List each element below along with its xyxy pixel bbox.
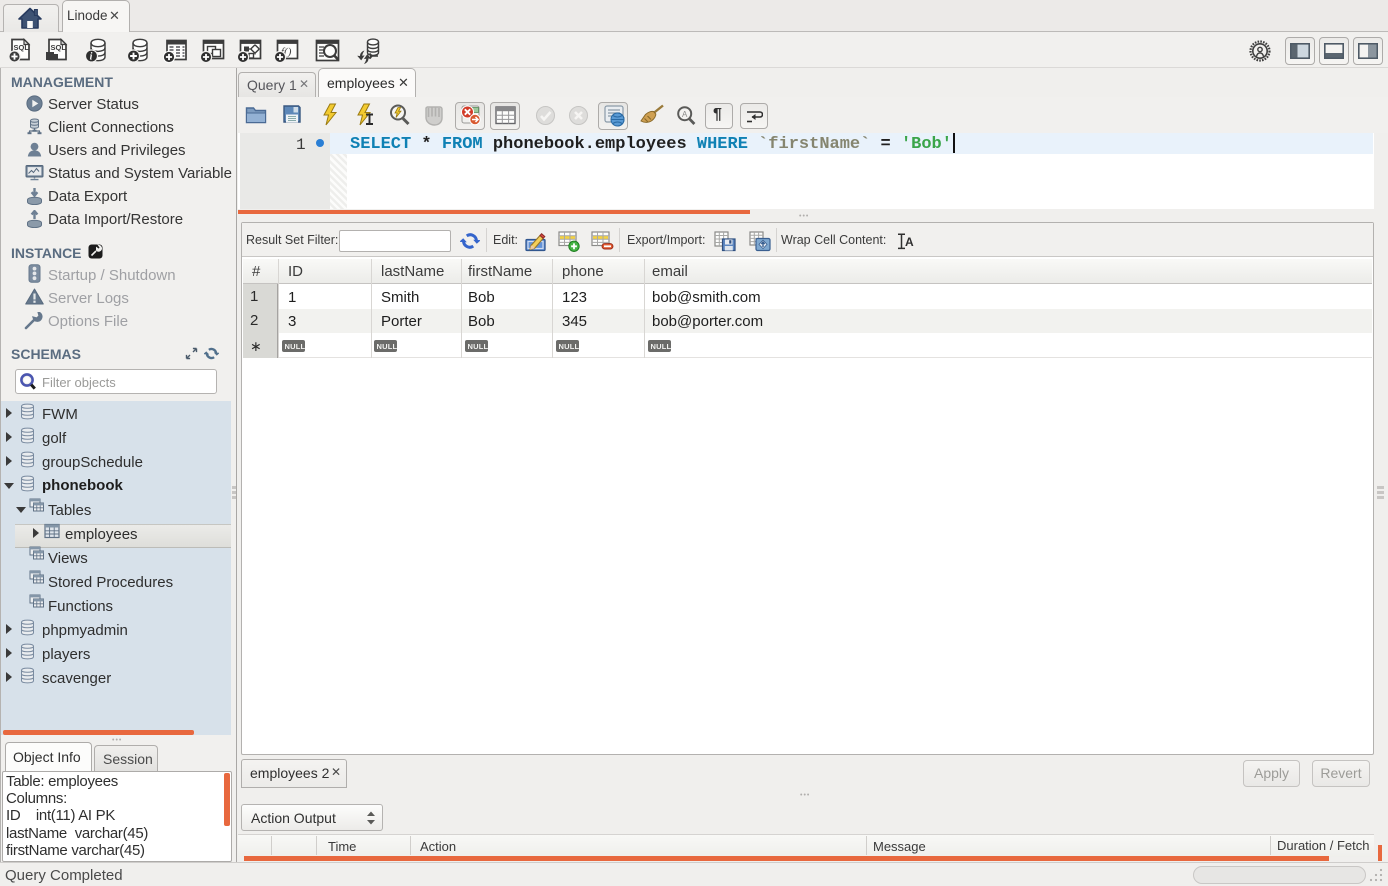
svg-text:A: A <box>905 235 914 249</box>
svg-text:i: i <box>90 52 93 63</box>
svg-text:A: A <box>682 110 688 119</box>
svg-text:SQL: SQL <box>51 43 67 52</box>
